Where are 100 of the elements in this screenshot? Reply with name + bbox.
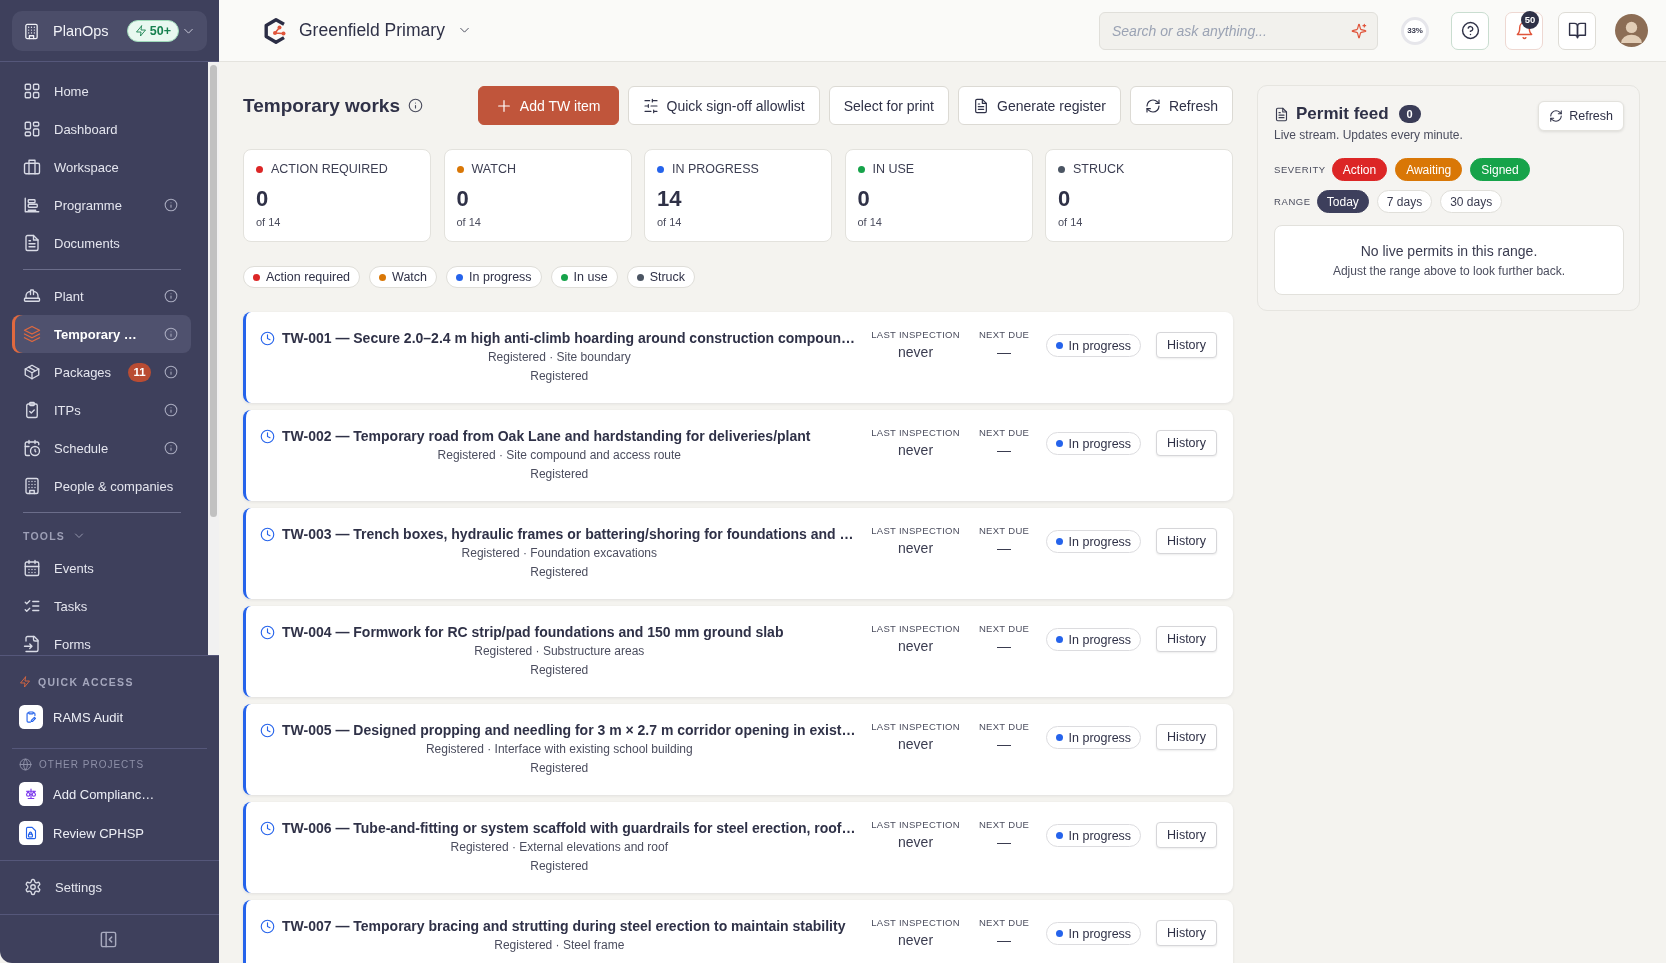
workspace-switcher[interactable]: PlanOps 50+ — [12, 11, 207, 51]
nav-item[interactable]: Schedule — [12, 429, 191, 467]
nav-item[interactable]: Forms — [12, 625, 191, 655]
nav-item[interactable]: Packages 11 — [12, 353, 191, 391]
item-meta: Registered · Site boundary — [487, 349, 631, 365]
summary-value: 0 — [256, 185, 270, 213]
history-button[interactable]: History — [1156, 528, 1217, 554]
status-text: In progress — [1068, 436, 1132, 451]
refresh-button[interactable]: Refresh — [1538, 101, 1624, 131]
panel-title: Permit feed — [1296, 104, 1389, 124]
filter-label: SEVERITY — [1274, 164, 1326, 175]
filter-chip[interactable]: In use — [550, 266, 618, 288]
file-lock-icon — [19, 821, 43, 845]
nav-item[interactable]: Tasks — [12, 587, 191, 625]
item-title[interactable]: TW-005 — Designed propping and needling for 3 m × 2.7 m corridor opening in exist… — [282, 722, 856, 738]
summary-label: STRUCK — [1073, 162, 1125, 176]
notifications-button[interactable]: 50 — [1505, 11, 1543, 50]
last-inspection-value: never — [898, 539, 934, 557]
item-title[interactable]: TW-003 — Trench boxes, hydraulic frames or battering/shoring for foundations and … — [282, 526, 854, 542]
building-icon — [23, 22, 40, 40]
clock-icon — [260, 526, 275, 542]
item-title[interactable]: TW-001 — Secure 2.0–2.4 m high anti-climb hoarding around construction compoun… — [282, 330, 855, 346]
next-due-value: — — [997, 343, 1012, 361]
sparkle-icon[interactable] — [1351, 22, 1367, 39]
next-due-value: — — [997, 833, 1012, 851]
nav-item[interactable]: People & companies — [12, 467, 191, 505]
action-button[interactable]: Select for print — [828, 86, 949, 125]
filter-chip[interactable]: In progress — [446, 266, 542, 288]
nav-item[interactable]: Dashboard — [12, 110, 191, 148]
plus-icon — [495, 97, 512, 114]
docs-button[interactable] — [1558, 11, 1596, 50]
next-due-value: — — [997, 931, 1012, 949]
nav-item[interactable]: Home — [12, 72, 191, 110]
history-button[interactable]: History — [1156, 626, 1217, 652]
history-button[interactable]: History — [1156, 430, 1217, 456]
section-label: QUICK ACCESS — [38, 676, 134, 688]
project-switcher[interactable]: Greenfield Primary — [297, 20, 473, 41]
history-button[interactable]: History — [1156, 822, 1217, 848]
nav-item[interactable]: Workspace — [12, 148, 191, 186]
help-button[interactable] — [1451, 11, 1489, 50]
item-state: Registered — [530, 466, 589, 482]
completion-badge: 33% — [1401, 16, 1429, 45]
settings-icon — [24, 878, 42, 896]
nav-item[interactable]: Programme — [12, 186, 191, 224]
summary-total: of 14 — [256, 215, 282, 229]
clock-icon — [260, 820, 275, 836]
item-title[interactable]: TW-004 — Formwork for RC strip/pad foundations and 150 mm ground slab — [282, 624, 784, 640]
summary-value: 14 — [657, 185, 683, 213]
section-toggle[interactable]: TOOLS — [12, 513, 191, 549]
action-button[interactable]: Add TW item — [477, 86, 619, 125]
nav-item[interactable]: Documents — [12, 224, 191, 262]
column-label: LAST INSPECTION — [871, 524, 960, 537]
nav-item[interactable]: Events — [12, 549, 191, 587]
history-button[interactable]: History — [1156, 332, 1217, 358]
summary-total: of 14 — [857, 215, 883, 229]
severity-chip[interactable]: Action — [1331, 158, 1388, 181]
item-title[interactable]: TW-002 — Temporary road from Oak Lane and hardstanding for deliveries/plant — [282, 428, 811, 444]
column-label: LAST INSPECTION — [871, 328, 960, 341]
summary-total: of 14 — [1058, 215, 1084, 229]
summary-label: IN USE — [872, 162, 915, 176]
column-label: LAST INSPECTION — [871, 426, 960, 439]
avatar[interactable] — [1615, 14, 1648, 47]
nav-item[interactable]: ITPs — [12, 391, 191, 429]
layers-icon — [23, 325, 41, 343]
item-state: Registered — [530, 368, 589, 384]
filter-chip[interactable]: Action required — [243, 266, 361, 288]
history-button[interactable]: History — [1156, 724, 1217, 750]
action-button[interactable]: Refresh — [1129, 86, 1233, 125]
last-inspection-value: never — [898, 441, 934, 459]
item-meta: Registered · Steel frame — [494, 937, 625, 953]
scrollbar[interactable] — [208, 62, 219, 655]
range-chip[interactable]: 30 days — [1440, 190, 1503, 213]
search-field[interactable]: Search or ask anything... — [1099, 11, 1378, 50]
action-button[interactable]: Quick sign-off allowlist — [627, 86, 820, 125]
project-item[interactable]: Review CPHSP — [19, 815, 207, 851]
action-button[interactable]: Generate register — [958, 86, 1121, 125]
project-item[interactable]: Add Complianc… — [19, 776, 207, 812]
column-label: LAST INSPECTION — [871, 720, 960, 733]
summary-total: of 14 — [657, 215, 683, 229]
clipboard-pen-icon — [19, 705, 43, 729]
summary-label: ACTION REQUIRED — [271, 162, 388, 176]
section-label: OTHER PROJECTS — [39, 758, 145, 770]
item-meta: Registered · Foundation excavations — [461, 545, 657, 561]
filter-chip[interactable]: Watch — [369, 266, 438, 288]
item-state: Registered — [530, 858, 589, 874]
settings-item[interactable]: Settings — [13, 868, 207, 906]
calendar-icon — [23, 559, 41, 577]
range-chip[interactable]: Today — [1316, 190, 1369, 213]
column-label: LAST INSPECTION — [871, 916, 960, 929]
info-icon — [408, 98, 423, 113]
quick-access-item[interactable]: RAMS Audit — [19, 699, 207, 735]
filter-chip[interactable]: Struck — [626, 266, 696, 288]
item-title[interactable]: TW-007 — Temporary bracing and strutting during steel erection to maintain stability — [282, 918, 846, 934]
nav-item[interactable]: Plant — [12, 277, 191, 315]
range-chip[interactable]: 7 days — [1376, 190, 1433, 213]
panel-chevron-icon[interactable] — [98, 929, 118, 949]
item-title[interactable]: TW-006 — Tube-and-fitting or system scaffold with guardrails for steel erection, roof… — [282, 820, 856, 836]
scrollbar-thumb[interactable] — [210, 65, 217, 517]
history-button[interactable]: History — [1156, 920, 1217, 946]
nav-item[interactable]: Temporary … — [12, 315, 191, 353]
